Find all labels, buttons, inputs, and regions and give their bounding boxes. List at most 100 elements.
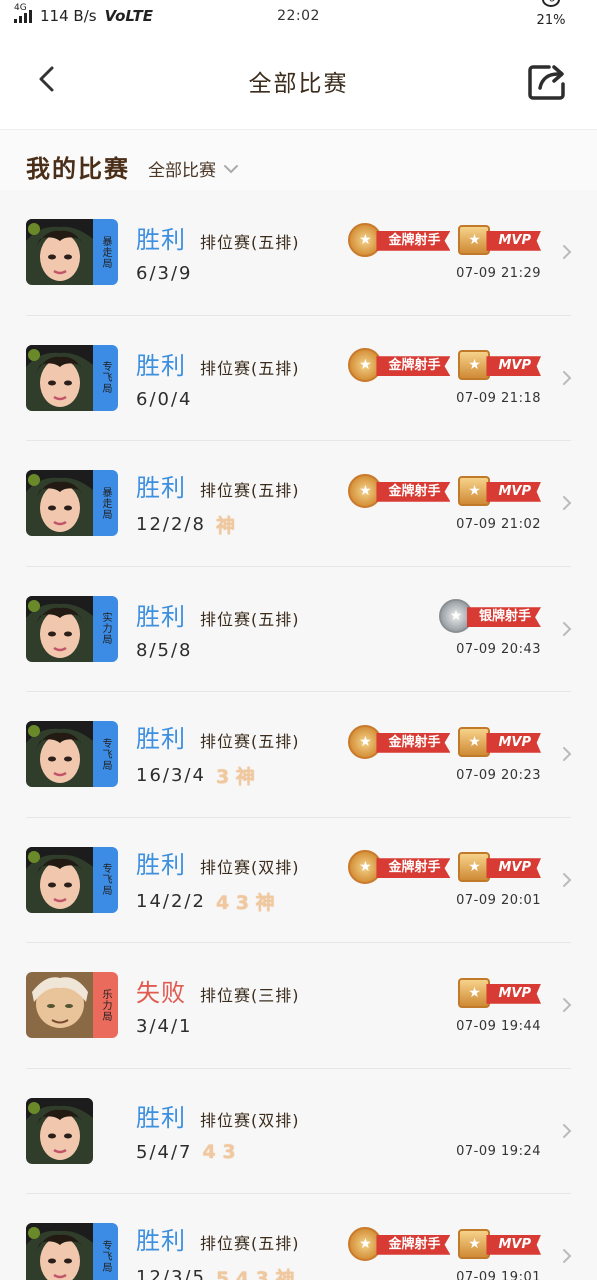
match-time: 07-09 21:18: [456, 391, 541, 407]
match-result: 胜利: [136, 725, 186, 754]
match-meta: ★ 金牌射手 ★ MVP 07-09 19:01: [348, 1194, 541, 1280]
mvp-badge: ★ MVP: [458, 852, 541, 883]
match-mode: 排位赛(五排): [200, 358, 300, 378]
match-meta: ★ 金牌射手 ★ MVP 07-09 21:02: [348, 441, 541, 566]
match-meta: ★ MVP 07-09 19:44: [456, 943, 541, 1068]
match-row[interactable]: 实力局 胜利 排位赛(五排) 8/5/8 ★ 银牌射手 07-09 20:43: [26, 567, 572, 692]
match-mode: 排位赛(三排): [200, 986, 300, 1006]
volte-label: VoLTE: [104, 7, 153, 25]
mvp-badge: ★ MVP: [458, 726, 541, 757]
match-row[interactable]: 专飞局 胜利 排位赛(五排) 6/0/4 ★ 金牌射手 ★ MVP 07-09 21:18: [26, 316, 572, 441]
hero-avatar: [26, 1097, 118, 1164]
match-tag: 专飞局: [93, 721, 118, 788]
share-icon: [528, 65, 565, 100]
hero-avatar: 乐力局: [26, 972, 118, 1039]
gold-medal-badge: ★ 金牌射手: [348, 348, 451, 383]
match-mode: 排位赛(双排): [200, 857, 300, 877]
hero-portrait: [26, 1223, 93, 1280]
page-title: 全部比赛: [248, 70, 349, 97]
mvp-badge: ★ MVP: [458, 1228, 541, 1259]
match-meta: ★ 金牌射手 ★ MVP 07-09 20:23: [348, 692, 541, 817]
mvp-badge: ★ MVP: [458, 475, 541, 506]
trophy-icon: ★: [458, 224, 491, 255]
share-button[interactable]: [527, 62, 567, 100]
badge-label: 金牌射手: [376, 858, 451, 879]
match-tag: 暴走局: [93, 470, 118, 537]
match-time: 07-09 20:23: [456, 767, 541, 783]
kda-value: 6/0/4: [136, 388, 193, 410]
kda-value: 5/4/7: [136, 1141, 193, 1163]
kda-value: 6/3/9: [136, 263, 193, 285]
top-navigation: 全部比赛: [0, 32, 597, 130]
match-row[interactable]: 暴走局 胜利 排位赛(五排) 6/3/9 ★ 金牌射手 ★ MVP 07-09 21:29: [26, 190, 572, 316]
kda-value: 3/4/1: [136, 1016, 193, 1038]
match-result: 胜利: [136, 226, 186, 255]
hero-avatar: 专飞局: [26, 846, 118, 913]
chevron-down-icon: [224, 164, 238, 173]
chevron-right-icon: [563, 245, 572, 260]
honor-badges: ★ 金牌射手 ★ MVP: [348, 1226, 541, 1262]
match-row[interactable]: 暴走局 胜利 排位赛(五排) 12/2/8 神 ★ 金牌射手 ★ MVP 07-09 21:02: [26, 441, 572, 567]
badge-label: 金牌射手: [376, 356, 451, 377]
chevron-left-icon: [39, 66, 54, 92]
match-tag: 暴走局: [93, 219, 118, 286]
network-type: 4G: [14, 3, 27, 13]
kda-value: 12/2/8: [136, 514, 206, 536]
match-tag: 专飞局: [93, 846, 118, 913]
match-row[interactable]: 胜利 排位赛(双排) 5/4/7 4 3 07-09 19:24: [26, 1069, 572, 1194]
hero-avatar: 实力局: [26, 595, 118, 662]
hero-portrait: [26, 972, 93, 1039]
kda-value: 12/3/5: [136, 1267, 206, 1280]
multikill-badges: 神: [215, 515, 235, 538]
filter-bar: 我的比赛 全部比赛: [0, 130, 597, 190]
hero-portrait: [26, 846, 93, 913]
trophy-icon: ★: [458, 1228, 491, 1259]
honor-badges: ★ 金牌射手 ★ MVP: [348, 724, 541, 760]
hero-portrait: [26, 470, 93, 537]
trophy-icon: ★: [458, 350, 491, 381]
hero-portrait: [26, 595, 93, 662]
chevron-right-icon: [563, 998, 572, 1013]
hero-portrait: [26, 219, 93, 286]
match-result: 胜利: [136, 474, 186, 503]
kda-value: 14/2/2: [136, 890, 206, 912]
multikill-badges: 4 3: [202, 1141, 236, 1164]
hero-portrait: [26, 721, 93, 788]
badge-label: 金牌射手: [376, 1234, 451, 1255]
chevron-right-icon: [563, 1249, 572, 1264]
match-filter-dropdown[interactable]: 全部比赛: [148, 156, 240, 181]
match-tag: 专飞局: [93, 344, 118, 411]
back-button[interactable]: [32, 64, 62, 94]
gold-medal-badge: ★ 金牌射手: [348, 724, 451, 759]
battery-percent: 21%: [536, 13, 566, 28]
match-meta: ★ 银牌射手 07-09 20:43: [438, 567, 541, 692]
match-time: 07-09 19:44: [456, 1018, 541, 1034]
chevron-right-icon: [563, 621, 572, 636]
chevron-right-icon: [563, 747, 572, 762]
match-mode: 排位赛(五排): [200, 609, 300, 629]
net-speed: 114 B/s: [40, 7, 97, 25]
hero-avatar: 专飞局: [26, 721, 118, 788]
match-tag: 实力局: [93, 595, 118, 662]
match-meta: ★ 金牌射手 ★ MVP 07-09 20:01: [348, 818, 541, 943]
dropdown-label: 全部比赛: [148, 161, 216, 181]
match-tag: 专飞局: [93, 1223, 118, 1280]
match-mode: 排位赛(五排): [200, 732, 300, 752]
match-row[interactable]: 专飞局 胜利 排位赛(五排) 16/3/4 3 神 ★ 金牌射手 ★ MVP 07-09 20:2…: [26, 692, 572, 818]
badge-label: 金牌射手: [376, 481, 451, 502]
chevron-right-icon: [563, 872, 572, 887]
match-row[interactable]: 专飞局 胜利 排位赛(五排) 12/3/5 5 4 3 神 ★ 金牌射手 ★ MVP 07-09 …: [26, 1194, 572, 1280]
status-left: 4G 114 B/s VoLTE: [10, 3, 153, 25]
match-mode: 排位赛(五排): [200, 233, 300, 253]
trophy-icon: ★: [458, 726, 491, 757]
match-row[interactable]: 专飞局 胜利 排位赛(双排) 14/2/2 4 3 神 ★ 金牌射手 ★ MVP 07-09 20…: [26, 818, 572, 943]
badge-label: MVP: [486, 983, 541, 1004]
kda-value: 8/5/8: [136, 639, 193, 661]
honor-badges: ★ 银牌射手: [438, 599, 541, 634]
multikill-badges: 3 神: [215, 766, 255, 789]
silver-medal-badge: ★ 银牌射手: [438, 599, 541, 634]
status-bar: 4G 114 B/s VoLTE 22:02 ⟲ 21%: [0, 0, 597, 45]
kda-value: 16/3/4: [136, 765, 206, 787]
status-right: ⟲ 21%: [535, 0, 570, 45]
match-row[interactable]: 乐力局 失败 排位赛(三排) 3/4/1 ★ MVP 07-09 19:44: [26, 943, 572, 1069]
